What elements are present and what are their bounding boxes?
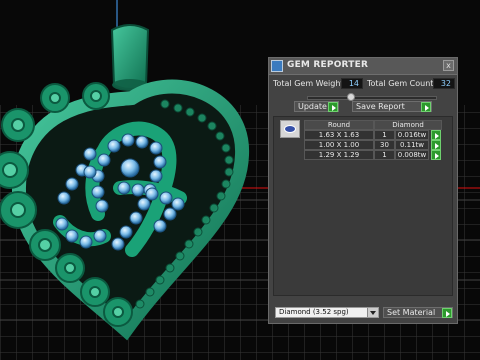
row-count: 30 (374, 140, 395, 150)
column-header-diamond: Diamond (374, 120, 442, 130)
title-bar[interactable]: GEM REPORTER x (269, 58, 457, 75)
gem-list: Round Diamond 1.63 X 1.63 1 0.016tw 1.00… (273, 116, 453, 296)
green-arrow-icon[interactable] (328, 102, 338, 112)
update-button[interactable]: Update (294, 101, 339, 112)
green-arrow-icon[interactable] (421, 102, 431, 112)
gem-thumbnail[interactable] (280, 120, 300, 138)
row-weight: 0.11tw (395, 140, 429, 150)
green-arrow-icon[interactable] (431, 140, 441, 150)
material-select[interactable]: Diamond (3.52 spg) (275, 307, 379, 318)
set-material-button[interactable]: Set Material (383, 307, 453, 318)
gem-reporter-icon (271, 60, 283, 72)
row-count: 1 (374, 150, 395, 160)
row-weight: 0.016tw (395, 130, 429, 140)
set-material-label: Set Material (387, 308, 436, 317)
column-header-round: Round (304, 120, 374, 130)
row-size: 1.29 X 1.29 (304, 150, 374, 160)
save-report-label: Save Report (356, 102, 405, 111)
save-report-button[interactable]: Save Report (352, 101, 432, 112)
close-icon[interactable]: x (443, 60, 454, 71)
update-label: Update (298, 102, 327, 111)
row-size: 1.00 X 1.00 (304, 140, 374, 150)
chevron-down-icon[interactable] (367, 308, 378, 317)
slider-knob[interactable] (347, 93, 355, 101)
row-count: 1 (374, 130, 395, 140)
green-arrow-icon[interactable] (442, 308, 452, 318)
total-gem-weight-label: Total Gem Weight (273, 79, 344, 88)
total-gem-weight-value: 14 (341, 78, 363, 89)
material-select-value: Diamond (3.52 spg) (279, 308, 349, 316)
row-weight: 0.008tw (395, 150, 429, 160)
panel-title: GEM REPORTER (287, 60, 369, 70)
green-arrow-icon[interactable] (431, 130, 441, 140)
total-gem-count-value: 32 (433, 78, 455, 89)
slider-track[interactable] (307, 96, 437, 100)
gem-reporter-panel: GEM REPORTER x Total Gem Weight 14 Total… (268, 57, 458, 324)
green-arrow-icon[interactable] (431, 150, 441, 160)
row-size: 1.63 X 1.63 (304, 130, 374, 140)
total-gem-count-label: Total Gem Count (367, 79, 434, 88)
